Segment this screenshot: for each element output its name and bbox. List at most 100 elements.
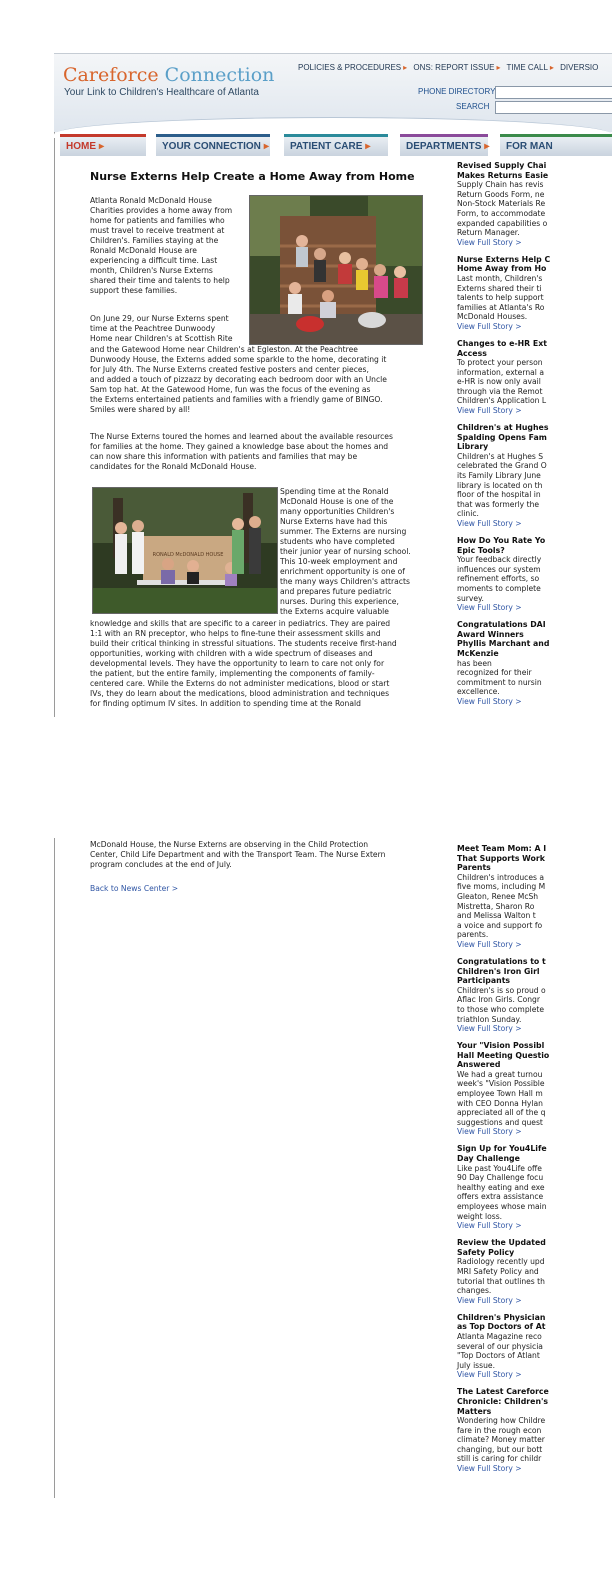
tab-for-managers[interactable]: FOR MAN	[500, 134, 612, 156]
news-item-title[interactable]: Revised Supply Chai Makes Returns Easie	[457, 161, 612, 180]
article-paragraph: knowledge and skills that are specific t…	[90, 619, 397, 708]
arrow-right-icon: ▸	[403, 63, 408, 72]
tab-home[interactable]: HOME ▸	[60, 134, 146, 156]
news-item: Meet Team Mom: A I That Supports Work Pa…	[457, 844, 612, 950]
search-input[interactable]	[495, 101, 612, 114]
view-full-story-link[interactable]: View Full Story >	[457, 1464, 612, 1474]
news-item: Review the Updated Safety Policy Radiolog…	[457, 1238, 612, 1306]
search-label: SEARCH	[456, 102, 490, 111]
tab-your-connection[interactable]: YOUR CONNECTION ▸	[156, 134, 270, 156]
phone-directory-link[interactable]: PHONE DIRECTORY▸	[418, 87, 500, 96]
view-full-story-link[interactable]: View Full Story >	[457, 322, 612, 332]
arrow-right-icon: ▸	[263, 141, 269, 152]
news-item-title[interactable]: The Latest Careforce Chronicle: Children…	[457, 1387, 612, 1416]
news-item-summary: Your feedback directly influences our sy…	[457, 555, 542, 603]
news-item-summary: Atlanta Magazine reco several of our phy…	[457, 1331, 543, 1370]
news-item-summary: We had a great turnou week's "Vision Pos…	[457, 1069, 546, 1127]
left-border	[54, 838, 55, 1498]
photo-sign-text: RONALD McDONALD HOUSE	[153, 552, 224, 558]
article-paragraph: The Nurse Externs toured the homes and l…	[90, 432, 393, 471]
news-item: Nurse Externs Help C Home Away from Ho La…	[457, 255, 612, 332]
arrow-right-icon: ▸	[99, 141, 105, 152]
news-item: Revised Supply Chai Makes Returns Easie S…	[457, 161, 612, 248]
view-full-story-link[interactable]: View Full Story >	[457, 1296, 612, 1306]
article-paragraph: and the Gatewood Home near Children's at…	[90, 345, 387, 414]
news-item-title[interactable]: Your "Vision Possibl Hall Meeting Questi…	[457, 1041, 612, 1070]
left-border	[54, 53, 55, 717]
top-link-time-call[interactable]: TIME CALL	[507, 63, 548, 72]
tab-patient-care-label: PATIENT CARE	[290, 141, 363, 152]
site-logo[interactable]: Careforce Connection	[63, 64, 274, 86]
group-photo-sign: RONALD McDONALD HOUSE	[92, 487, 278, 614]
news-item: Changes to e-HR Ext Access To protect you…	[457, 339, 612, 416]
news-item-title[interactable]: Congratulations DAI Award Winners Phylli…	[457, 620, 612, 658]
news-item-summary: Wondering how Childre fare in the rough …	[457, 1416, 546, 1464]
tab-patient-care[interactable]: PATIENT CARE ▸	[284, 134, 388, 156]
view-full-story-link[interactable]: View Full Story >	[457, 238, 612, 248]
logo-text-careforce: Careforce	[63, 64, 159, 86]
tab-home-label: HOME	[66, 141, 96, 152]
news-sidebar: Meet Team Mom: A I That Supports Work Pa…	[457, 844, 612, 1481]
logo-text-connection: Connection	[158, 64, 275, 86]
phone-directory-label: PHONE DIRECTORY	[418, 87, 496, 96]
news-item: Your "Vision Possibl Hall Meeting Questi…	[457, 1041, 612, 1137]
news-item-summary: Children's at Hughes S celebrated the Gr…	[457, 451, 547, 519]
news-item-title[interactable]: Children's Physician as Top Doctors of A…	[457, 1313, 612, 1332]
view-full-story-link[interactable]: View Full Story >	[457, 1370, 612, 1380]
news-item-title[interactable]: Meet Team Mom: A I That Supports Work Pa…	[457, 844, 612, 873]
article-paragraph: Spending time at the Ronald McDonald Hou…	[280, 487, 411, 616]
site-header: Careforce Connection Your Link to Childr…	[54, 53, 612, 138]
news-item-summary: Children's is so proud o Aflac Iron Girl…	[457, 985, 546, 1024]
article-title: Nurse Externs Help Create a Home Away fr…	[90, 170, 415, 183]
back-to-news-center-link[interactable]: Back to News Center >	[90, 884, 178, 893]
top-links: POLICIES & PROCEDURES ▸ ONS: REPORT ISSUE…	[298, 63, 598, 72]
news-item-summary: Children's introduces a five moms, inclu…	[457, 872, 546, 940]
view-full-story-link[interactable]: View Full Story >	[457, 697, 612, 707]
site-tagline: Your Link to Children's Healthcare of At…	[64, 87, 259, 98]
arrow-right-icon: ▸	[549, 63, 554, 72]
news-item-summary: To protect your person information, exte…	[457, 358, 547, 406]
news-item-title[interactable]: Congratulations to t Children's Iron Gir…	[457, 957, 612, 986]
article-paragraph: On June 29, our Nurse Externs spent time…	[90, 314, 233, 343]
top-link-policies[interactable]: POLICIES & PROCEDURES	[298, 63, 401, 72]
view-full-story-link[interactable]: View Full Story >	[457, 519, 612, 529]
view-full-story-link[interactable]: View Full Story >	[457, 1127, 612, 1137]
news-item-summary: Radiology recently upd MRI Safety Policy…	[457, 1257, 545, 1296]
news-item: Children's at Hughes Spalding Opens Fam …	[457, 423, 612, 529]
view-full-story-link[interactable]: View Full Story >	[457, 1221, 612, 1231]
arrow-right-icon: ▸	[484, 141, 490, 152]
news-sidebar: Revised Supply Chai Makes Returns Easie S…	[457, 161, 612, 714]
view-full-story-link[interactable]: View Full Story >	[457, 406, 612, 416]
news-item: The Latest Careforce Chronicle: Children…	[457, 1387, 612, 1474]
news-item-summary: Like past You4Life offe 90 Day Challenge…	[457, 1163, 547, 1221]
tab-for-managers-label: FOR MAN	[506, 141, 553, 152]
arrow-right-icon: ▸	[496, 63, 501, 72]
news-item: Sign Up for You4Life Day Challenge Like p…	[457, 1144, 612, 1231]
view-full-story-link[interactable]: View Full Story >	[457, 1024, 612, 1034]
article-paragraph: McDonald House, the Nurse Externs are ob…	[90, 840, 386, 869]
page-one: Careforce Connection Your Link to Childr…	[54, 53, 612, 717]
news-item-summary: Last month, Children's Externs shared th…	[457, 273, 545, 322]
view-full-story-link[interactable]: View Full Story >	[457, 940, 612, 950]
top-link-diversity[interactable]: DIVERSIO	[560, 63, 598, 72]
news-item-title[interactable]: Review the Updated Safety Policy	[457, 1238, 612, 1257]
top-link-report-issue[interactable]: ONS: REPORT ISSUE	[413, 63, 494, 72]
tab-departments-label: DEPARTMENTS	[406, 141, 482, 152]
news-item-summary: has been recognized for their commitment…	[457, 658, 542, 697]
tab-departments[interactable]: DEPARTMENTS ▸	[400, 134, 490, 156]
view-full-story-link[interactable]: View Full Story >	[457, 603, 612, 613]
news-item-title[interactable]: Nurse Externs Help C Home Away from Ho	[457, 255, 612, 274]
article-paragraph: Atlanta Ronald McDonald House Charities …	[90, 196, 233, 295]
page-two: McDonald House, the Nurse Externs are ob…	[54, 838, 612, 1498]
news-item: Children's Physician as Top Doctors of A…	[457, 1313, 612, 1381]
news-item-title[interactable]: How Do You Rate Yo Epic Tools?	[457, 536, 612, 555]
group-photo-porch	[249, 195, 423, 345]
arrow-right-icon: ▸	[365, 141, 371, 152]
news-item-title[interactable]: Changes to e-HR Ext Access	[457, 339, 612, 358]
phone-directory-input[interactable]	[495, 86, 612, 99]
news-item: Congratulations DAI Award Winners Phylli…	[457, 620, 612, 707]
news-item-title[interactable]: Sign Up for You4Life Day Challenge	[457, 1144, 612, 1163]
news-item-title[interactable]: Children's at Hughes Spalding Opens Fam …	[457, 423, 612, 452]
tab-your-connection-label: YOUR CONNECTION	[162, 141, 261, 152]
news-item: Congratulations to t Children's Iron Gir…	[457, 957, 612, 1034]
